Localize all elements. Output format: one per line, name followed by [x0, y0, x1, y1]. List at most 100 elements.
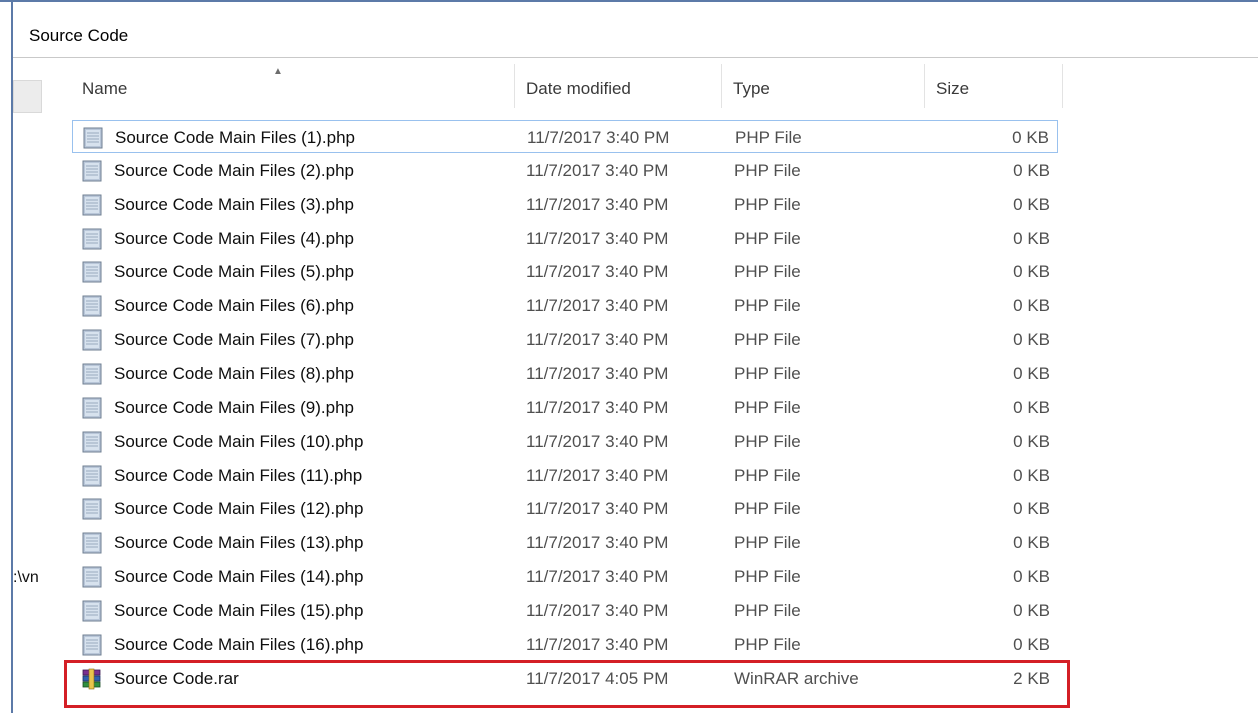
file-type: PHP File	[734, 330, 801, 350]
file-type: PHP File	[734, 533, 801, 553]
file-row[interactable]: Source Code Main Files (1).php 11/7/2017 …	[72, 120, 1058, 153]
column-header-date-label: Date modified	[526, 79, 631, 98]
file-size: 0 KB	[1013, 533, 1050, 553]
file-name: Source Code Main Files (14).php	[114, 567, 364, 587]
php-file-icon	[80, 633, 104, 657]
column-divider[interactable]	[514, 64, 515, 108]
file-date-modified: 11/7/2017 3:40 PM	[526, 397, 669, 417]
file-type: PHP File	[735, 128, 802, 147]
file-name: Source Code Main Files (10).php	[114, 431, 364, 451]
file-size: 0 KB	[1013, 397, 1050, 417]
file-date-modified: 11/7/2017 3:40 PM	[526, 262, 669, 282]
file-row[interactable]: Source Code Main Files (16).php 11/7/2017…	[72, 628, 1058, 661]
file-type: PHP File	[734, 567, 801, 587]
file-type: PHP File	[734, 499, 801, 519]
php-file-icon	[81, 126, 105, 150]
file-size: 0 KB	[1013, 330, 1050, 350]
php-file-icon	[80, 396, 104, 420]
file-name: Source Code Main Files (2).php	[114, 160, 355, 180]
file-type: PHP File	[734, 228, 801, 248]
column-header-type[interactable]: Type	[723, 62, 924, 116]
file-name: Source Code Main Files (8).php	[114, 363, 355, 383]
file-name: Source Code Main Files (3).php	[114, 194, 355, 214]
php-file-icon	[80, 599, 104, 623]
file-date-modified: 11/7/2017 3:40 PM	[526, 567, 669, 587]
file-row[interactable]: Source Code Main Files (12).php 11/7/2017…	[72, 492, 1058, 525]
file-row[interactable]: Source Code Main Files (10).php 11/7/2017…	[72, 425, 1058, 458]
file-size: 0 KB	[1013, 431, 1050, 451]
php-file-icon	[80, 328, 104, 352]
file-date-modified: 11/7/2017 3:40 PM	[527, 128, 670, 147]
file-size: 0 KB	[1013, 600, 1050, 620]
file-row[interactable]: Source Code Main Files (5).php 11/7/2017 …	[72, 255, 1058, 288]
window-title: Source Code	[29, 26, 129, 45]
file-date-modified: 11/7/2017 3:40 PM	[526, 160, 669, 180]
php-file-icon	[80, 430, 104, 454]
column-header-size-label: Size	[936, 79, 970, 98]
file-type: PHP File	[734, 431, 801, 451]
file-row[interactable]: Source Code Main Files (7).php 11/7/2017 …	[72, 323, 1058, 356]
file-name: Source Code Main Files (12).php	[114, 499, 364, 519]
file-row[interactable]: Source Code Main Files (8).php 11/7/2017 …	[72, 357, 1058, 390]
file-row[interactable]: Source Code Main Files (9).php 11/7/2017 …	[72, 391, 1058, 424]
file-size: 0 KB	[1013, 465, 1050, 485]
file-type: PHP File	[734, 363, 801, 383]
php-file-icon	[80, 464, 104, 488]
php-file-icon	[80, 565, 104, 589]
file-name: Source Code Main Files (5).php	[114, 262, 355, 282]
file-row[interactable]: Source Code Main Files (3).php 11/7/2017 …	[72, 188, 1058, 221]
column-divider[interactable]	[924, 64, 925, 108]
php-file-icon	[80, 497, 104, 521]
column-header-size[interactable]: Size	[926, 62, 1062, 116]
php-file-icon	[80, 227, 104, 251]
php-file-icon	[80, 260, 104, 284]
column-header-name-label: Name	[82, 79, 128, 98]
file-name: Source Code Main Files (9).php	[114, 397, 355, 417]
column-header-name[interactable]: Name	[72, 62, 513, 116]
file-row[interactable]: Source Code Main Files (2).php 11/7/2017 …	[72, 154, 1058, 187]
navigation-pane-path[interactable]: :\vn	[13, 569, 39, 587]
file-type: PHP File	[734, 160, 801, 180]
file-name: Source Code Main Files (11).php	[114, 465, 363, 485]
file-size: 0 KB	[1013, 363, 1050, 383]
file-size: 0 KB	[1013, 567, 1050, 587]
file-row[interactable]: Source Code Main Files (11).php 11/7/2017…	[72, 459, 1058, 492]
file-type: PHP File	[734, 296, 801, 316]
file-row[interactable]: Source Code Main Files (15).php 11/7/2017…	[72, 594, 1058, 627]
file-name: Source Code Main Files (4).php	[114, 228, 355, 248]
column-divider[interactable]	[721, 64, 722, 108]
file-date-modified: 11/7/2017 3:40 PM	[526, 600, 669, 620]
file-size: 0 KB	[1013, 194, 1050, 214]
file-name: Source Code Main Files (13).php	[114, 533, 364, 553]
php-file-icon	[80, 362, 104, 386]
file-type: PHP File	[734, 600, 801, 620]
file-size: 0 KB	[1013, 262, 1050, 282]
file-row[interactable]: Source Code Main Files (6).php 11/7/2017 …	[72, 289, 1058, 322]
file-row[interactable]: Source Code Main Files (13).php 11/7/2017…	[72, 526, 1058, 559]
column-divider[interactable]	[1062, 64, 1063, 108]
file-date-modified: 11/7/2017 3:40 PM	[526, 296, 669, 316]
php-file-icon	[80, 159, 104, 183]
file-size: 0 KB	[1013, 634, 1050, 654]
file-row[interactable]: Source Code Main Files (14).php 11/7/2017…	[72, 560, 1058, 593]
file-date-modified: 11/7/2017 3:40 PM	[526, 330, 669, 350]
column-header-type-label: Type	[733, 79, 770, 98]
sort-ascending-icon: ▲	[273, 66, 283, 77]
file-type: PHP File	[734, 194, 801, 214]
file-date-modified: 11/7/2017 3:40 PM	[526, 228, 669, 248]
file-name: Source Code Main Files (16).php	[114, 634, 364, 654]
title-bar: Source Code	[13, 2, 1258, 58]
file-type: PHP File	[734, 397, 801, 417]
file-date-modified: 11/7/2017 3:40 PM	[526, 533, 669, 553]
file-size: 0 KB	[1013, 499, 1050, 519]
file-size: 0 KB	[1012, 128, 1049, 147]
file-date-modified: 11/7/2017 3:40 PM	[526, 634, 669, 654]
file-date-modified: 11/7/2017 3:40 PM	[526, 431, 669, 451]
column-header-date[interactable]: Date modified	[516, 62, 721, 116]
file-size: 0 KB	[1013, 296, 1050, 316]
navigation-pane-edge[interactable]	[13, 80, 42, 113]
file-row[interactable]: Source Code Main Files (4).php 11/7/2017 …	[72, 222, 1058, 255]
file-date-modified: 11/7/2017 3:40 PM	[526, 363, 669, 383]
file-type: PHP File	[734, 262, 801, 282]
file-name: Source Code Main Files (15).php	[114, 600, 364, 620]
